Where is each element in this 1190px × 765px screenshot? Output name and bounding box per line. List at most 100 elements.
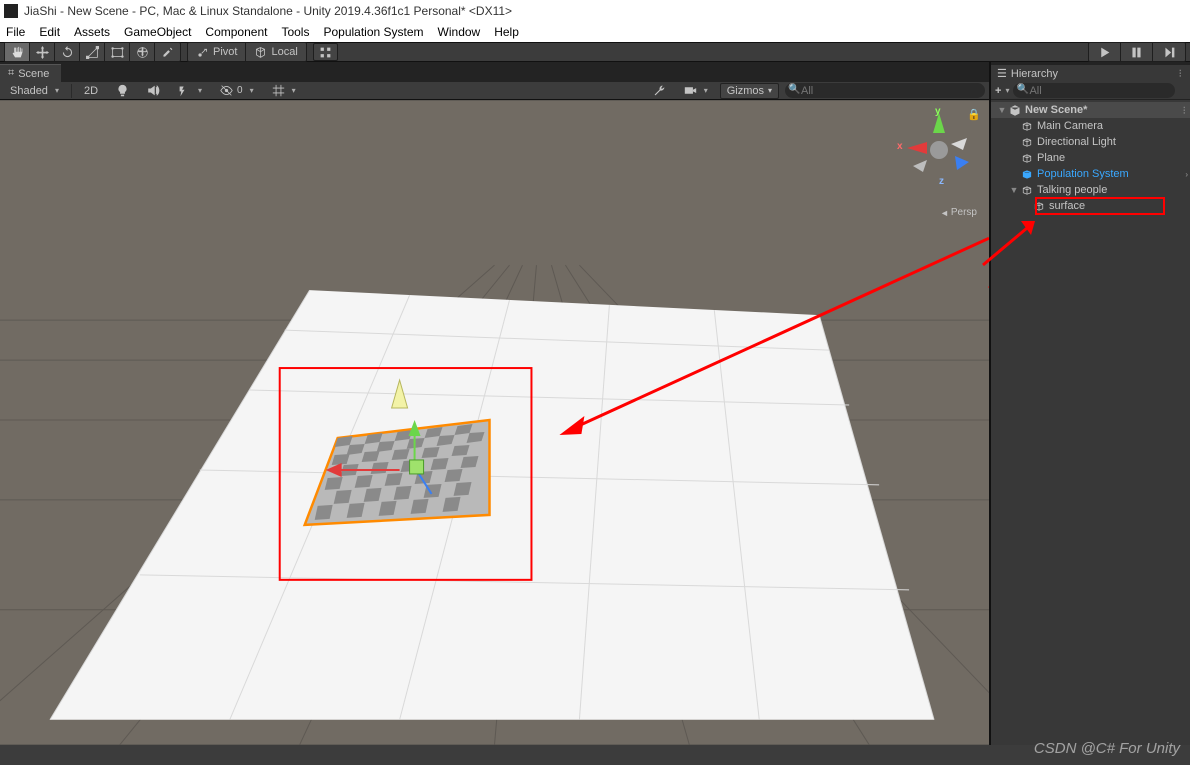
local-icon — [254, 46, 267, 59]
panel-lock-icon[interactable]: ⁝ — [1179, 67, 1183, 80]
scene-tools-button[interactable] — [647, 84, 672, 97]
rotate-tool-button[interactable] — [55, 43, 80, 61]
gizmos-dropdown[interactable]: Gizmos▾ — [720, 83, 779, 99]
hierarchy-search-input[interactable] — [1013, 83, 1175, 98]
2d-toggle[interactable]: 2D — [78, 85, 104, 97]
pivot-label: Pivot — [213, 43, 237, 61]
gameobject-icon — [1021, 136, 1033, 148]
step-button[interactable] — [1153, 43, 1185, 61]
grid-icon — [272, 84, 285, 97]
scene-tab-bar: ⌗ Scene — [0, 62, 989, 82]
unity-scene-icon — [1009, 104, 1021, 116]
fx-icon — [178, 84, 191, 97]
hierarchy-icon: ☰ — [997, 67, 1007, 80]
scene-viewport[interactable]: y x z ◄Persp 🔒 — [0, 100, 989, 745]
menu-gameobject[interactable]: GameObject — [124, 25, 191, 39]
projection-toggle[interactable]: ◄Persp — [940, 207, 977, 218]
gizmos-label: Gizmos — [727, 85, 764, 97]
scene-toolbar: Shaded 2D 0 — [0, 82, 989, 100]
pause-button[interactable] — [1121, 43, 1153, 61]
item-label: Main Camera — [1035, 120, 1103, 132]
item-label: Directional Light — [1035, 136, 1116, 148]
item-label: Population System — [1035, 168, 1129, 180]
fx-toggle[interactable] — [172, 84, 208, 97]
menu-window[interactable]: Window — [438, 25, 481, 39]
shading-mode-dropdown[interactable]: Shaded — [4, 85, 65, 97]
menu-component[interactable]: Component — [205, 25, 267, 39]
scale-tool-button[interactable] — [80, 43, 105, 61]
transform-tool-group — [4, 42, 181, 62]
hierarchy-tree: ▼ New Scene* ⁝ Main Camera Directional L… — [991, 100, 1190, 216]
gameobject-icon — [1021, 152, 1033, 164]
unity-logo-icon — [4, 4, 18, 18]
item-label: surface — [1047, 200, 1085, 212]
menu-file[interactable]: File — [6, 25, 25, 39]
menu-assets[interactable]: Assets — [74, 25, 110, 39]
pivot-icon — [196, 46, 209, 59]
scene-search-input[interactable] — [785, 83, 985, 98]
divider — [71, 84, 72, 98]
create-button[interactable]: + — [995, 85, 1001, 97]
play-controls — [1088, 42, 1186, 62]
grid-toggle[interactable] — [266, 84, 302, 97]
tab-scene[interactable]: ⌗ Scene — [0, 64, 61, 82]
rect-tool-button[interactable] — [105, 43, 130, 61]
menu-population-system[interactable]: Population System — [323, 25, 423, 39]
play-button[interactable] — [1089, 43, 1121, 61]
lighting-toggle[interactable] — [110, 84, 135, 97]
snap-toggle[interactable] — [313, 43, 338, 61]
hierarchy-tab-label: Hierarchy — [1011, 68, 1058, 80]
hierarchy-item-talking-people[interactable]: ▼ Talking people — [991, 182, 1190, 198]
scene-tab-label: Scene — [18, 68, 49, 80]
move-tool-button[interactable] — [30, 43, 55, 61]
pivot-toggle[interactable]: Pivot — [188, 43, 246, 61]
hierarchy-item-main-camera[interactable]: Main Camera — [991, 118, 1190, 134]
audio-icon — [147, 84, 160, 97]
expand-arrow-icon[interactable]: ▼ — [997, 105, 1007, 115]
transform-tool-combo-button[interactable] — [130, 43, 155, 61]
audio-toggle[interactable] — [141, 84, 166, 97]
gameobject-icon — [1021, 120, 1033, 132]
scene-render — [0, 100, 989, 745]
hierarchy-item-population-system[interactable]: Population System › — [991, 166, 1190, 182]
pivot-local-group: Pivot Local — [187, 42, 307, 62]
hierarchy-scene-row[interactable]: ▼ New Scene* ⁝ — [991, 102, 1190, 118]
scene-context-menu[interactable]: ⁝ — [1183, 104, 1190, 117]
camera-settings-button[interactable] — [678, 84, 714, 97]
hierarchy-item-surface[interactable]: surface — [991, 198, 1190, 214]
gameobject-icon — [1021, 184, 1033, 196]
menu-help[interactable]: Help — [494, 25, 519, 39]
orientation-gizmo[interactable]: y x z ◄Persp 🔒 — [899, 108, 979, 218]
hand-tool-button[interactable] — [5, 43, 30, 61]
wrench-icon — [653, 84, 666, 97]
expand-arrow-icon[interactable]: ▼ — [1009, 185, 1019, 195]
window-title: JiaShi - New Scene - PC, Mac & Linux Sta… — [24, 4, 512, 18]
projection-label: Persp — [951, 207, 977, 218]
tab-hierarchy[interactable]: ☰ Hierarchy ⁝ — [991, 65, 1190, 82]
watermark-text: CSDN @C# For Unity — [1034, 740, 1180, 757]
hierarchy-tab-bar: ☰ Hierarchy ⁝ — [991, 62, 1190, 82]
axis-y-label: y — [935, 106, 941, 117]
menu-edit[interactable]: Edit — [39, 25, 60, 39]
axis-z-label: z — [939, 176, 944, 187]
editor-toolbar: Pivot Local — [0, 42, 1190, 62]
hierarchy-item-directional-light[interactable]: Directional Light — [991, 134, 1190, 150]
main-menu-bar: File Edit Assets GameObject Component To… — [0, 22, 1190, 42]
camera-icon — [684, 84, 697, 97]
gameobject-icon — [1033, 200, 1045, 212]
custom-tool-button[interactable] — [155, 43, 180, 61]
item-label: Plane — [1035, 152, 1065, 164]
hierarchy-item-plane[interactable]: Plane — [991, 150, 1190, 166]
search-icon: 🔍 — [788, 84, 800, 95]
lock-icon[interactable]: 🔒 — [967, 108, 981, 121]
window-title-bar: JiaShi - New Scene - PC, Mac & Linux Sta… — [0, 0, 1190, 22]
hidden-toggle[interactable]: 0 — [214, 84, 260, 97]
prefab-icon — [1021, 168, 1033, 180]
axis-x-label: x — [897, 141, 903, 152]
menu-tools[interactable]: Tools — [281, 25, 309, 39]
chevron-right-icon[interactable]: › — [1185, 170, 1190, 179]
hierarchy-panel: ☰ Hierarchy ⁝ + ▾ 🔍 ▼ New Scene* — [990, 62, 1190, 745]
local-toggle[interactable]: Local — [246, 43, 305, 61]
scene-tab-icon: ⌗ — [8, 67, 14, 80]
scene-panel: ⌗ Scene Shaded 2D 0 — [0, 62, 990, 745]
